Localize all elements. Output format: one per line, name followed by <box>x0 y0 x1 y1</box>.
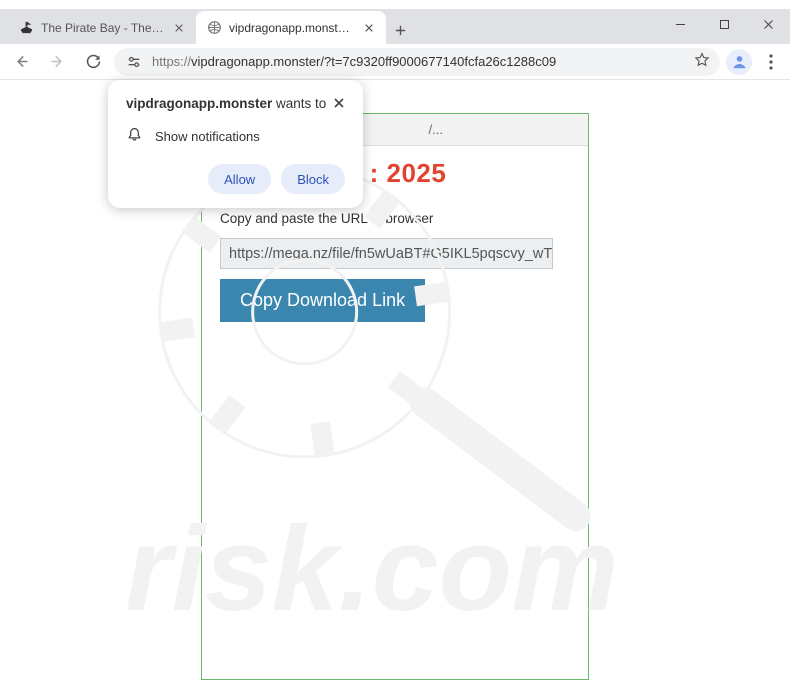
block-button[interactable]: Block <box>281 164 345 194</box>
notification-permission-prompt: vipdragonapp.monster wants to Show notif… <box>108 80 363 208</box>
instruction-text: Copy and paste the URL in browser <box>220 211 570 226</box>
globe-favicon-icon <box>206 20 222 36</box>
tab-inactive[interactable]: The Pirate Bay - The galaxy's m… <box>8 11 196 44</box>
permission-option-label: Show notifications <box>155 129 260 144</box>
tab-close-icon[interactable] <box>362 21 376 35</box>
window-close-button[interactable] <box>746 9 790 39</box>
tab-title: The Pirate Bay - The galaxy's m… <box>41 21 165 35</box>
allow-button[interactable]: Allow <box>208 164 271 194</box>
window-maximize-button[interactable] <box>702 9 746 39</box>
browser-toolbar: https://vipdragonapp.monster/?t=7c9320ff… <box>0 44 790 80</box>
tab-title: vipdragonapp.monster/?t=7c93… <box>229 21 355 35</box>
page-content: risk.com xxxxxxxxxxxxxxxxxxxxxxxxxxxxxxx… <box>0 80 790 680</box>
bookmark-star-icon[interactable] <box>694 52 710 71</box>
bell-icon <box>126 126 143 146</box>
url-input[interactable]: https://mega.nz/file/fn5wUaBT#G5IKL5pqsc… <box>220 238 553 269</box>
url-text: https://vipdragonapp.monster/?t=7c9320ff… <box>152 54 686 69</box>
copy-download-link-button[interactable]: Copy Download Link <box>220 279 425 322</box>
permission-title: vipdragonapp.monster wants to <box>126 96 326 111</box>
address-bar[interactable]: https://vipdragonapp.monster/?t=7c9320ff… <box>114 48 720 76</box>
tab-strip: The Pirate Bay - The galaxy's m… vipdrag… <box>0 9 790 44</box>
profile-avatar-button[interactable] <box>726 49 752 75</box>
back-button[interactable] <box>6 47 36 77</box>
window-minimize-button[interactable] <box>658 9 702 39</box>
tab-active[interactable]: vipdragonapp.monster/?t=7c93… <box>196 11 386 44</box>
browser-menu-button[interactable] <box>758 49 784 75</box>
close-icon[interactable] <box>333 96 345 112</box>
ship-favicon-icon <box>18 20 34 36</box>
new-tab-button[interactable] <box>386 16 414 44</box>
reload-button[interactable] <box>78 47 108 77</box>
site-settings-icon[interactable] <box>124 52 144 72</box>
tab-close-icon[interactable] <box>172 21 186 35</box>
forward-button[interactable] <box>42 47 72 77</box>
